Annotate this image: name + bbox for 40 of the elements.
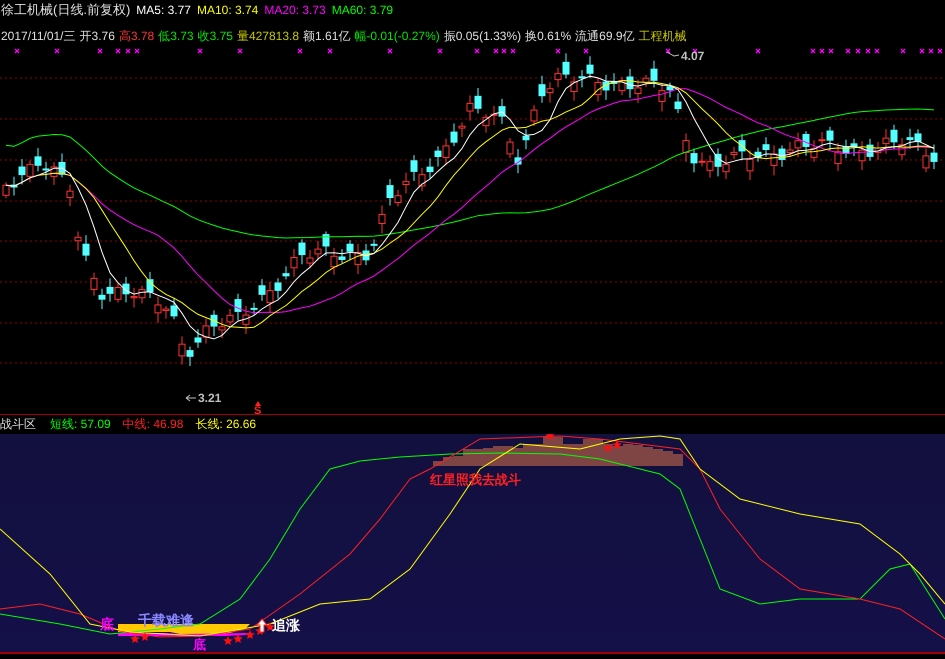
up-triangle-icon	[255, 401, 261, 406]
quote-value: 收3.75	[198, 28, 233, 45]
moving-average-value: MA10: 3.74	[196, 3, 258, 17]
sell-signal: S	[254, 406, 262, 417]
star-icon	[223, 636, 233, 645]
moving-average-value: MA20: 3.73	[264, 3, 326, 17]
star-icon	[233, 634, 243, 643]
star-icon	[545, 434, 555, 440]
star-icon	[130, 634, 140, 643]
up-arrow-icon	[256, 618, 268, 632]
candlestick	[66, 184, 74, 206]
quote-value: 工程机械	[638, 28, 687, 45]
leader-line	[186, 394, 196, 402]
quote-value: 高3.78	[118, 28, 154, 45]
low-price-marker: 3.21	[198, 392, 222, 404]
moving-average-value: MA60: 3.79	[332, 3, 394, 17]
quote-value: 开3.76	[80, 28, 115, 45]
quote-value: 振0.05(1.33%)	[444, 28, 522, 45]
high-price-marker: 4.07	[681, 50, 704, 62]
indicator-value: 短线: 57.09	[50, 416, 111, 433]
signal-label: 底	[193, 638, 206, 651]
quote-value: 量427813.8	[236, 28, 300, 45]
quote-value: 流通69.9亿	[575, 28, 635, 45]
quote-value: 幅-0.01(-0.27%)	[354, 28, 440, 45]
star-icon	[245, 630, 255, 639]
star-icon	[140, 632, 150, 641]
leader-line	[666, 52, 680, 57]
quote-value: 额1.61亿	[303, 28, 350, 45]
stock-title: 徐工机械(日线.前复权)	[1, 1, 130, 19]
signal-label: 千载难逢	[138, 613, 194, 627]
quote-value: 低3.73	[158, 28, 194, 45]
indicator-value: 长线: 26.66	[195, 416, 256, 433]
quote-value: 换0.61%	[525, 28, 572, 45]
star-icon	[612, 440, 622, 449]
star-icon	[603, 443, 613, 452]
quote-date: 2017/11/01/三	[1, 28, 76, 45]
indicator-value: 中线: 46.98	[122, 416, 184, 433]
moving-average-value: MA5: 3.77	[136, 3, 191, 17]
indicator-title: 战斗区	[0, 416, 37, 433]
signal-label: 追涨	[272, 618, 300, 632]
